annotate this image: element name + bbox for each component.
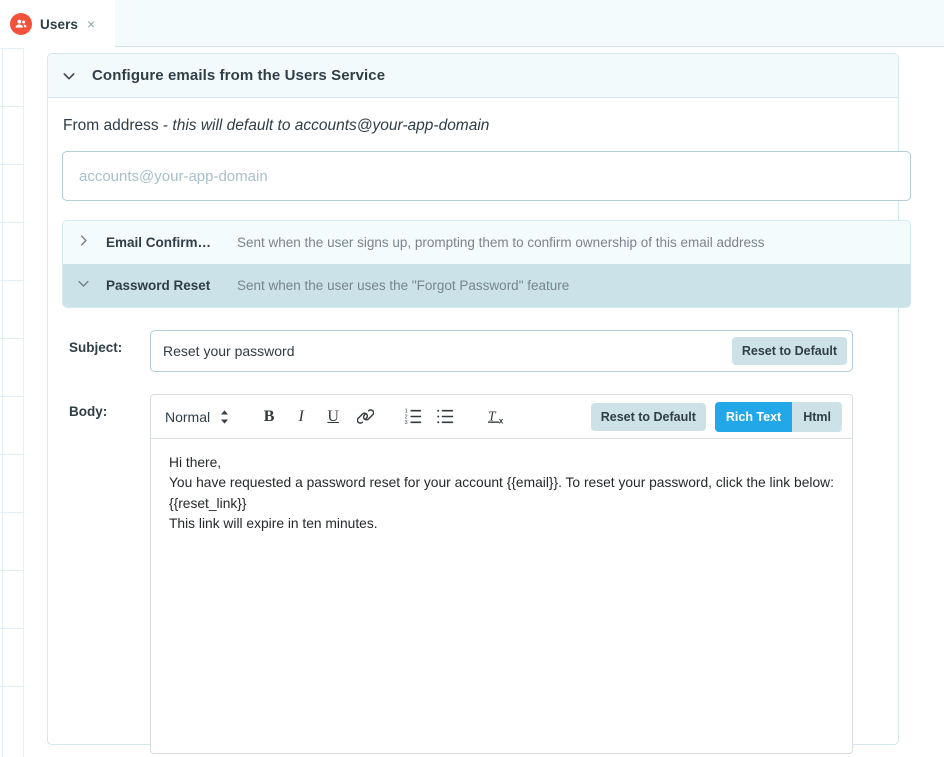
clear-formatting-icon[interactable]: T x	[486, 404, 512, 430]
panel-body: From address - this will default to acco…	[48, 117, 898, 754]
from-address-label-dash: -	[159, 117, 173, 134]
tab-label: Users	[40, 17, 78, 32]
left-rail	[0, 48, 24, 757]
chevron-down-icon	[61, 68, 77, 84]
ordered-list-icon[interactable]: 1 2 3	[400, 404, 426, 430]
accordion-row-password-reset[interactable]: Password Reset Sent when the user uses t…	[63, 264, 910, 307]
tab-strip: Users ×	[0, 0, 944, 48]
accordion-title: Password Reset	[106, 278, 237, 293]
accordion-description: Sent when the user uses the "Forgot Pass…	[237, 278, 569, 293]
password-reset-form: Subject: Reset your password Reset to De…	[48, 330, 898, 754]
body-reset-to-default-button[interactable]: Reset to Default	[591, 403, 706, 431]
underline-button[interactable]: U	[320, 404, 346, 430]
body-line: {{reset_link}}	[169, 494, 836, 514]
left-rail-divider	[2, 48, 3, 757]
svg-text:3: 3	[404, 420, 407, 425]
bullet-list-icon[interactable]	[432, 404, 458, 430]
editor-toolbar: Normal B I U	[150, 394, 853, 439]
body-editor-content[interactable]: Hi there, You have requested a password …	[150, 439, 853, 754]
email-template-accordion: Email Confirm… Sent when the user signs …	[62, 220, 911, 308]
from-address-label-static: From address	[63, 117, 159, 134]
close-icon[interactable]: ×	[87, 17, 95, 31]
from-address-label-hint: this will default to accounts@your-app-d…	[172, 117, 489, 134]
accordion-row-email-confirmation[interactable]: Email Confirm… Sent when the user signs …	[63, 221, 910, 264]
page-title: Configure emails from the Users Service	[92, 67, 385, 84]
chevron-down-icon	[76, 276, 106, 296]
accordion-title: Email Confirm…	[106, 235, 237, 250]
editor-mode-switch: Rich Text Html	[715, 402, 842, 432]
bold-button[interactable]: B	[256, 404, 282, 430]
accordion-description: Sent when the user signs up, prompting t…	[237, 235, 765, 250]
tab-strip-empty-area	[114, 0, 944, 47]
users-email-config-panel: Configure emails from the Users Service …	[47, 53, 899, 745]
subject-value: Reset your password	[163, 343, 295, 359]
subject-input[interactable]: Reset your password Reset to Default	[150, 330, 853, 372]
panel-header-toggle[interactable]: Configure emails from the Users Service	[48, 54, 898, 98]
body-line: You have requested a password reset for …	[169, 473, 836, 493]
subject-label: Subject:	[48, 330, 150, 372]
body-line: This link will expire in ten minutes.	[169, 514, 836, 534]
italic-button[interactable]: I	[288, 404, 314, 430]
block-format-label[interactable]: Normal	[165, 409, 210, 425]
body-row: Body: Normal B I U	[48, 394, 898, 754]
body-label: Body:	[48, 394, 150, 754]
subject-reset-to-default-button[interactable]: Reset to Default	[732, 337, 847, 365]
svg-text:T: T	[488, 408, 497, 423]
chevron-up-down-icon[interactable]	[217, 409, 231, 425]
chevron-right-icon	[76, 233, 106, 253]
mode-rich-text-button[interactable]: Rich Text	[715, 402, 792, 432]
subject-row: Subject: Reset your password Reset to De…	[48, 330, 898, 372]
from-address-placeholder: accounts@your-app-domain	[79, 168, 268, 185]
from-address-input[interactable]: accounts@your-app-domain	[62, 151, 911, 201]
svg-text:x: x	[499, 415, 504, 425]
tab-users[interactable]: Users ×	[0, 0, 115, 48]
link-icon[interactable]	[352, 404, 378, 430]
rich-text-editor: Normal B I U	[150, 394, 853, 754]
from-address-label: From address - this will default to acco…	[62, 117, 885, 135]
mode-html-button[interactable]: Html	[792, 402, 842, 432]
users-group-icon	[10, 13, 32, 35]
body-line: Hi there,	[169, 453, 836, 473]
